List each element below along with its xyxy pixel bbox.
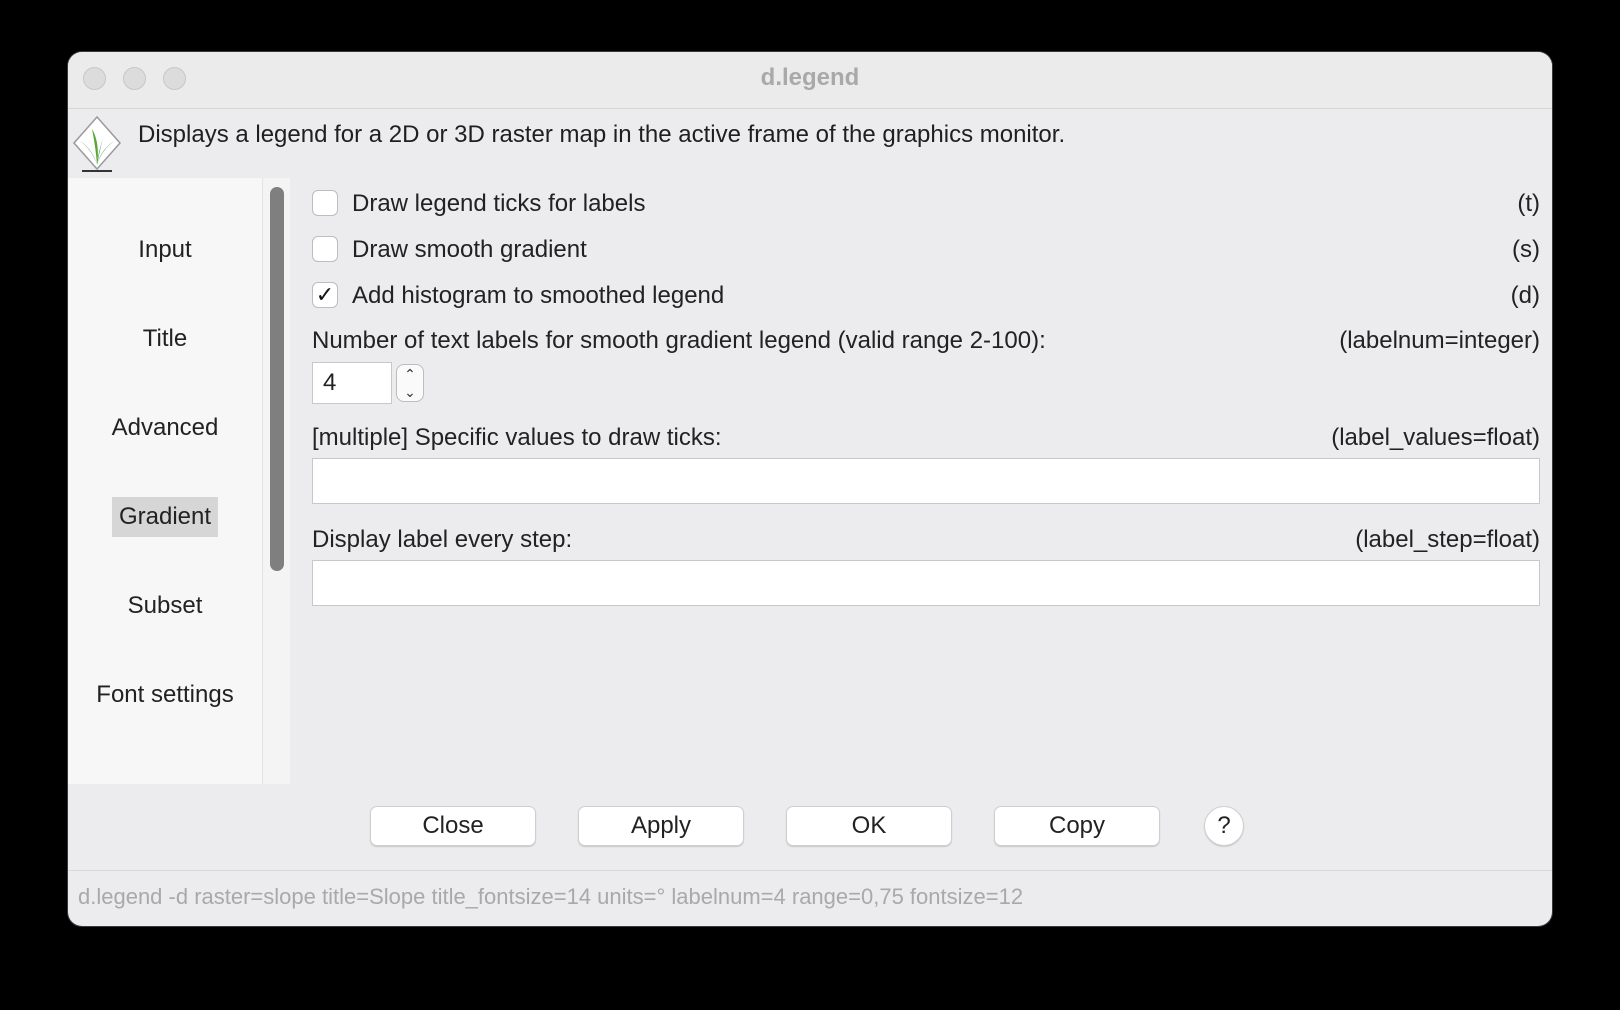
sidebar-item-title[interactable]: Title <box>68 319 262 359</box>
scrollbar-thumb[interactable] <box>270 187 284 571</box>
smooth-label: Draw smooth gradient <box>352 236 587 263</box>
close-button[interactable]: Close <box>370 806 536 846</box>
option-label-values: [multiple] Specific values to draw ticks… <box>312 424 1540 458</box>
chevron-down-icon[interactable]: ⌄ <box>397 383 423 401</box>
smooth-checkbox[interactable] <box>312 236 338 262</box>
ok-button[interactable]: OK <box>786 806 952 846</box>
ticks-checkbox[interactable] <box>312 190 338 216</box>
chevron-up-icon[interactable]: ⌃ <box>397 365 423 383</box>
label-values-flag: (label_values=float) <box>1331 424 1540 451</box>
title-bar: d.legend <box>68 52 1552 109</box>
option-ticks: Draw legend ticks for labels (t) <box>312 187 1540 221</box>
ticks-flag: (t) <box>1517 190 1540 217</box>
labelnum-input[interactable]: 4 <box>312 362 392 404</box>
histogram-flag: (d) <box>1510 282 1540 309</box>
module-description: Displays a legend for a 2D or 3D raster … <box>138 121 1066 148</box>
sidebar-item-subset[interactable]: Subset <box>68 586 262 626</box>
label-values-input[interactable] <box>312 458 1540 504</box>
option-label-step: Display label every step: (label_step=fl… <box>312 526 1540 560</box>
sidebar-item-gradient[interactable]: Gradient <box>68 497 262 537</box>
sidebar-item-advanced[interactable]: Advanced <box>68 408 262 448</box>
sidebar-item-font-settings[interactable]: Font settings <box>68 675 262 715</box>
labelnum-flag: (labelnum=integer) <box>1339 327 1540 354</box>
ticks-label: Draw legend ticks for labels <box>352 190 646 217</box>
option-labelnum: Number of text labels for smooth gradien… <box>312 327 1540 361</box>
smooth-flag: (s) <box>1512 236 1540 263</box>
label-step-flag: (label_step=float) <box>1355 526 1540 553</box>
copy-button[interactable]: Copy <box>994 806 1160 846</box>
label-values-label: [multiple] Specific values to draw ticks… <box>312 424 722 451</box>
histogram-label: Add histogram to smoothed legend <box>352 282 725 309</box>
grass-logo-icon <box>72 115 122 172</box>
dialog-window: d.legend Displays a legend for a 2D or 3… <box>68 52 1552 926</box>
label-step-input[interactable] <box>312 560 1540 606</box>
section-sidebar: Input Title Advanced Gradient Subset Fon… <box>68 178 262 784</box>
command-status: d.legend -d raster=slope title=Slope tit… <box>78 884 1024 909</box>
labelnum-spinner: 4 ⌃ ⌄ <box>312 362 432 406</box>
sidebar-item-input[interactable]: Input <box>68 230 262 270</box>
histogram-checkbox[interactable]: ✓ <box>312 282 338 308</box>
labelnum-stepper[interactable]: ⌃ ⌄ <box>396 364 424 402</box>
status-divider <box>68 870 1552 871</box>
sidebar-scrollbar[interactable] <box>262 178 290 784</box>
labelnum-label: Number of text labels for smooth gradien… <box>312 327 1046 354</box>
apply-button[interactable]: Apply <box>578 806 744 846</box>
window-title: d.legend <box>760 64 860 91</box>
option-smooth: Draw smooth gradient (s) <box>312 233 1540 267</box>
help-button[interactable]: ? <box>1204 806 1244 846</box>
label-step-label: Display label every step: <box>312 526 573 553</box>
option-histogram: ✓ Add histogram to smoothed legend (d) <box>312 279 1540 313</box>
